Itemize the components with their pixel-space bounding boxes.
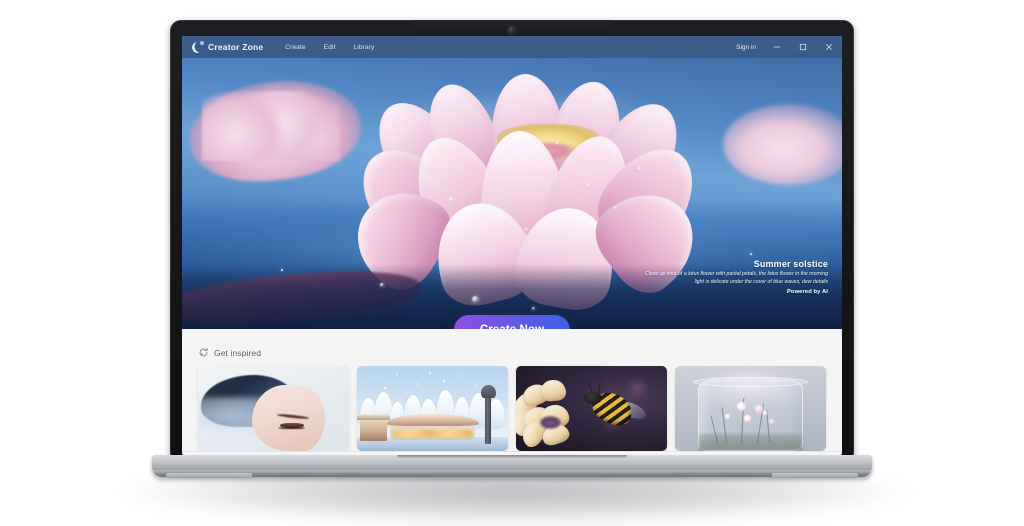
window-minimize-button[interactable] xyxy=(764,36,790,58)
card-artwork xyxy=(675,366,826,451)
window-close-button[interactable] xyxy=(816,36,842,58)
inspire-card-snow-carousel[interactable] xyxy=(357,366,508,451)
window-maximize-button[interactable] xyxy=(790,36,816,58)
title-bar: Creator Zone Create Edit Library Sign in xyxy=(182,36,842,58)
laptop-foot-left xyxy=(166,473,252,478)
inspire-card-flowers-in-jar[interactable] xyxy=(675,366,826,451)
hero-caption-description: Close up shot of a lotus flower with par… xyxy=(644,271,828,286)
hero-caption-credit: Powered by AI xyxy=(786,289,828,295)
menu-item-library[interactable]: Library xyxy=(354,44,375,51)
titlebar-right-group: Sign in xyxy=(728,36,842,58)
inspire-card-bee-on-flower[interactable] xyxy=(516,366,667,451)
background-lotus-left-petals xyxy=(201,90,341,161)
laptop-drop-shadow xyxy=(120,470,910,525)
menu-item-create[interactable]: Create xyxy=(285,44,305,51)
get-inspired-grid xyxy=(198,366,826,451)
get-inspired-header: Get inspired xyxy=(198,347,826,358)
screen-viewport: Creator Zone Create Edit Library Sign in xyxy=(182,36,842,455)
menu-bar: Create Edit Library xyxy=(285,44,374,51)
laptop-mockup: Creator Zone Create Edit Library Sign in xyxy=(0,0,1024,526)
hero-banner: Summer solstice Close up shot of a lotus… xyxy=(182,58,842,329)
water-dew-drop xyxy=(380,282,384,287)
hero-caption-title: Summer solstice xyxy=(753,259,828,270)
hero-caption-overlay: Summer solstice Close up shot of a lotus… xyxy=(642,259,828,295)
inspire-card-portrait-double-exposure[interactable] xyxy=(198,366,349,451)
app-window: Creator Zone Create Edit Library Sign in xyxy=(182,36,842,455)
create-now-button[interactable]: Create Now xyxy=(453,315,571,329)
laptop-hinge xyxy=(397,455,627,458)
card-artwork xyxy=(198,366,349,451)
sign-in-button[interactable]: Sign in xyxy=(728,44,764,51)
menu-item-edit[interactable]: Edit xyxy=(324,44,336,51)
crescent-moon-logo-icon xyxy=(192,40,204,53)
refresh-sparkle-icon[interactable] xyxy=(198,347,209,358)
get-inspired-section: Get inspired xyxy=(182,329,842,451)
webcam-icon xyxy=(508,27,516,34)
card-artwork xyxy=(357,366,508,451)
laptop-base-lip xyxy=(152,470,872,474)
get-inspired-title: Get inspired xyxy=(214,347,262,358)
water-sparkle xyxy=(749,253,752,256)
laptop-base xyxy=(152,455,872,478)
app-title: Creator Zone xyxy=(208,42,264,52)
laptop-foot-right xyxy=(772,473,858,478)
card-artwork xyxy=(516,366,667,451)
